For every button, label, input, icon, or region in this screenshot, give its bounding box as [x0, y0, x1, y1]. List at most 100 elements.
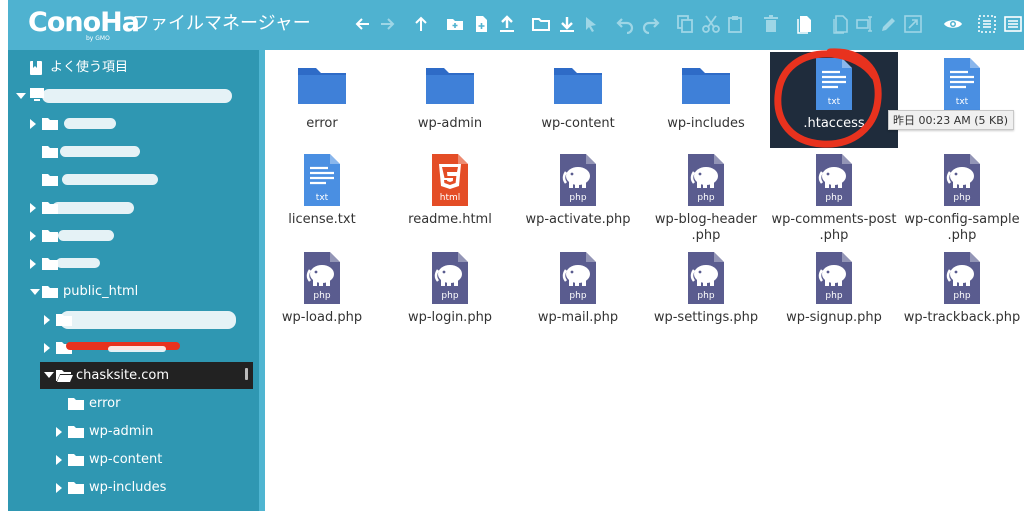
- php-file-icon: php: [688, 154, 724, 206]
- chevron-down-icon[interactable]: [16, 93, 26, 99]
- conoha-logo[interactable]: ConoHa by GMO: [28, 8, 140, 43]
- tree-item-redacted[interactable]: [8, 307, 259, 333]
- file-name: wp-content: [541, 116, 615, 131]
- php-file-icon: php: [432, 252, 468, 304]
- cursor-icon[interactable]: [580, 13, 602, 35]
- tree-item-label: chasksite.com: [76, 368, 170, 383]
- file-item[interactable]: php wp-comments-post .php: [770, 148, 898, 244]
- open-folder-icon[interactable]: [530, 13, 552, 35]
- redaction-mark: [56, 258, 100, 268]
- folder-icon: [68, 398, 84, 410]
- tree-item-selected-site[interactable]: chasksite.com: [40, 362, 253, 389]
- redaction-mark: [64, 118, 116, 129]
- file-type-badge: php: [569, 193, 586, 203]
- resize-handle[interactable]: [245, 368, 248, 380]
- folder-tree-sidebar: よく使う項目 public_html chasksite.com error w…: [8, 50, 259, 511]
- file-item[interactable]: php wp-config-sample .php: [898, 148, 1024, 244]
- tree-item-favorites[interactable]: よく使う項目: [8, 55, 259, 81]
- file-item[interactable]: txt: [898, 52, 1024, 148]
- txt-file-icon: txt: [816, 58, 852, 110]
- trash-icon[interactable]: [760, 13, 782, 35]
- tree-item-wp-content[interactable]: wp-content: [8, 447, 259, 473]
- menu-icon[interactable]: [1002, 13, 1024, 35]
- doc-icon[interactable]: [830, 13, 852, 35]
- new-folder-icon[interactable]: [444, 13, 466, 35]
- arrow-right-icon[interactable]: [376, 13, 398, 35]
- duplicate-icon[interactable]: [794, 13, 816, 35]
- new-file-icon[interactable]: [470, 13, 492, 35]
- file-name: wp-admin: [417, 116, 483, 131]
- php-file-icon: php: [944, 252, 980, 304]
- file-item[interactable]: html readme.html: [386, 148, 514, 244]
- chevron-right-icon[interactable]: [56, 483, 62, 493]
- file-item[interactable]: wp-includes: [642, 52, 770, 148]
- file-item[interactable]: wp-admin: [386, 52, 514, 148]
- folder-icon: [42, 174, 58, 186]
- file-item[interactable]: php wp-load.php: [258, 246, 386, 342]
- tree-item-label: public_html: [63, 284, 139, 299]
- undo-icon[interactable]: [614, 13, 636, 35]
- file-item[interactable]: php wp-blog-header .php: [642, 148, 770, 244]
- tree-item-wp-admin[interactable]: wp-admin: [8, 419, 259, 445]
- tree-item-redacted[interactable]: [8, 195, 259, 221]
- file-item[interactable]: php wp-settings.php: [642, 246, 770, 342]
- file-item[interactable]: txt license.txt: [258, 148, 386, 244]
- file-item[interactable]: txt .htaccess: [770, 52, 898, 148]
- edit-icon[interactable]: [878, 13, 900, 35]
- resize-icon[interactable]: [902, 13, 924, 35]
- tree-item-wp-includes[interactable]: wp-includes: [8, 475, 259, 501]
- file-item[interactable]: php wp-signup.php: [770, 246, 898, 342]
- tree-item-redacted[interactable]: [8, 335, 259, 361]
- redaction-mark: [52, 202, 134, 214]
- tree-item-server[interactable]: [8, 83, 259, 109]
- tree-item-redacted[interactable]: [8, 139, 259, 165]
- cut-icon[interactable]: [700, 13, 722, 35]
- file-item[interactable]: error: [258, 52, 386, 148]
- chevron-right-icon[interactable]: [56, 427, 62, 437]
- upload-icon[interactable]: [496, 13, 518, 35]
- chevron-right-icon[interactable]: [30, 203, 36, 213]
- chevron-right-icon[interactable]: [56, 455, 62, 465]
- chevron-right-icon[interactable]: [44, 315, 50, 325]
- select-all-icon[interactable]: [976, 13, 998, 35]
- tree-item-label: error: [89, 396, 121, 411]
- file-type-badge: php: [825, 291, 842, 301]
- tree-item-redacted[interactable]: [8, 167, 259, 193]
- tree-item-redacted[interactable]: [8, 111, 259, 137]
- chevron-right-icon[interactable]: [44, 343, 50, 353]
- chevron-down-icon[interactable]: [44, 372, 54, 378]
- folder-icon: [298, 68, 346, 104]
- folder-icon: [426, 68, 474, 104]
- file-name: readme.html: [408, 212, 492, 227]
- file-name: .htaccess: [803, 116, 865, 131]
- rename-icon[interactable]: [854, 13, 876, 35]
- tree-item-label: wp-admin: [89, 424, 154, 439]
- file-item[interactable]: wp-content: [514, 52, 642, 148]
- file-type-badge: php: [441, 291, 458, 301]
- file-type-badge: php: [569, 291, 586, 301]
- chevron-right-icon[interactable]: [30, 119, 36, 129]
- chevron-right-icon[interactable]: [30, 231, 36, 241]
- arrow-up-icon[interactable]: [410, 13, 432, 35]
- tree-item-redacted[interactable]: [8, 251, 259, 277]
- redo-icon[interactable]: [640, 13, 662, 35]
- paste-icon[interactable]: [724, 13, 746, 35]
- chevron-down-icon[interactable]: [30, 289, 40, 295]
- view-icon[interactable]: [942, 13, 964, 35]
- copy-icon[interactable]: [674, 13, 696, 35]
- redaction-mark: [42, 89, 232, 103]
- php-file-icon: php: [560, 252, 596, 304]
- file-item[interactable]: php wp-trackback.php: [898, 246, 1024, 342]
- file-item[interactable]: php wp-activate.php: [514, 148, 642, 244]
- html-file-icon: html: [432, 154, 468, 206]
- arrow-left-icon[interactable]: [352, 13, 374, 35]
- file-item[interactable]: php wp-login.php: [386, 246, 514, 342]
- file-item[interactable]: php wp-mail.php: [514, 246, 642, 342]
- download-icon[interactable]: [556, 13, 578, 35]
- open-folder-icon: [56, 370, 73, 382]
- tree-item-public-html[interactable]: public_html: [8, 279, 259, 305]
- tree-item-redacted[interactable]: [8, 223, 259, 249]
- file-type-badge: php: [697, 193, 714, 203]
- tree-item-error[interactable]: error: [8, 391, 259, 417]
- chevron-right-icon[interactable]: [30, 259, 36, 269]
